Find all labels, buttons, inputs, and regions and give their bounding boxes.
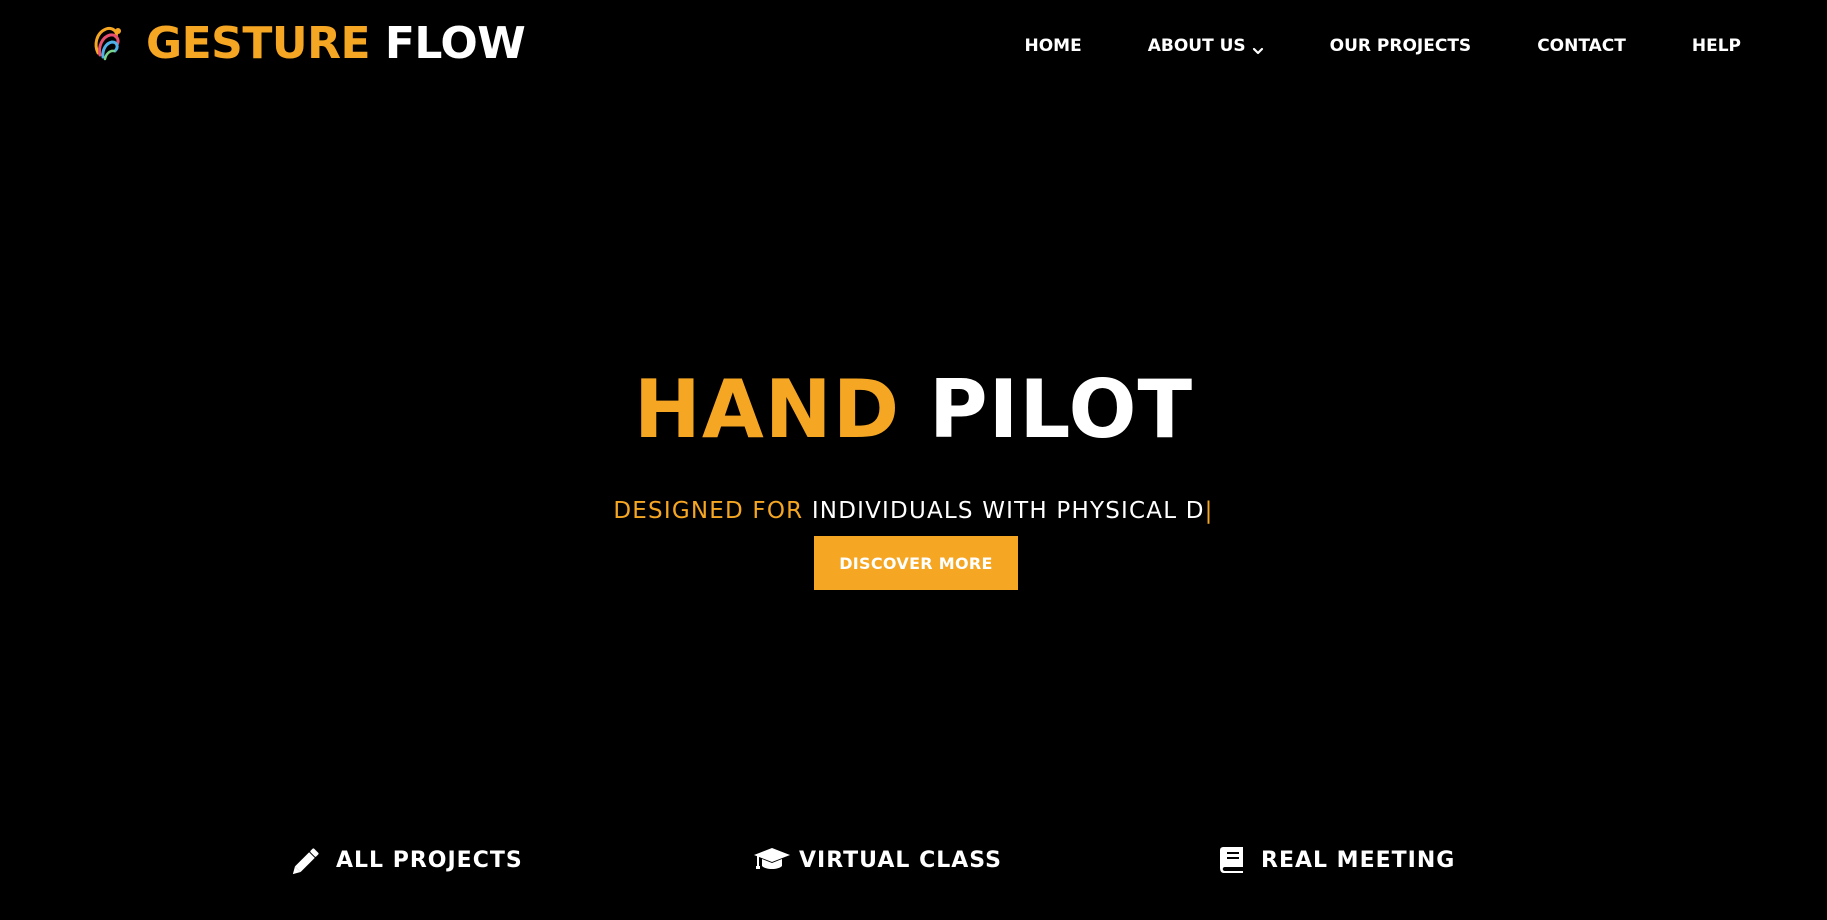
nav-item-label: CONTACT xyxy=(1537,36,1626,56)
feature-real-meeting[interactable]: REAL MEETING xyxy=(1215,840,1455,880)
feature-links: ALL PROJECTS VIRTUAL CLASS REAL MEETING xyxy=(0,840,1827,880)
discover-more-button[interactable]: DISCOVER MORE xyxy=(814,536,1018,590)
brand-name-rest: FLOW xyxy=(384,18,526,69)
hero-title: HAND PILOT xyxy=(0,370,1827,450)
site-header: GESTURE FLOW HOME ABOUT US OUR PROJECTS xyxy=(0,0,1827,92)
typing-cursor: | xyxy=(1204,498,1214,524)
pencil-icon xyxy=(290,845,324,875)
hero-subtitle-accent: DESIGNED FOR xyxy=(613,498,804,524)
hand-gesture-logo-icon xyxy=(90,23,128,65)
nav-item-help[interactable]: HELP xyxy=(1692,36,1741,56)
feature-virtual-class[interactable]: VIRTUAL CLASS xyxy=(753,840,1002,880)
feature-label: VIRTUAL CLASS xyxy=(799,847,1002,873)
nav-item-label: HELP xyxy=(1691,36,1741,56)
hero-subtitle-rest: INDIVIDUALS WITH PHYSICAL D xyxy=(811,498,1205,524)
nav-item-our-projects[interactable]: OUR PROJECTS xyxy=(1330,36,1472,56)
main-nav: HOME ABOUT US OUR PROJECTS CONTACT HELP xyxy=(1025,34,1742,58)
brand-name: GESTURE FLOW xyxy=(146,22,526,66)
nav-item-contact[interactable]: CONTACT xyxy=(1537,36,1626,56)
hero-title-accent: HAND xyxy=(633,363,901,456)
page: GESTURE FLOW HOME ABOUT US OUR PROJECTS xyxy=(0,0,1827,920)
hero-title-rest: PILOT xyxy=(928,363,1194,456)
feature-label: ALL PROJECTS xyxy=(336,847,523,873)
brand-link[interactable]: GESTURE FLOW xyxy=(90,16,526,72)
nav-item-home[interactable]: HOME xyxy=(1025,36,1082,56)
chevron-down-icon xyxy=(1252,41,1264,55)
graduation-cap-icon xyxy=(753,845,790,875)
nav-item-label: HOME xyxy=(1024,36,1082,56)
hero-subtitle: DESIGNED FOR INDIVIDUALS WITH PHYSICAL D… xyxy=(0,498,1827,526)
nav-item-label: ABOUT US xyxy=(1147,36,1246,56)
book-icon xyxy=(1215,845,1249,875)
feature-all-projects[interactable]: ALL PROJECTS xyxy=(290,840,523,880)
feature-label: REAL MEETING xyxy=(1261,847,1456,873)
nav-item-label: OUR PROJECTS xyxy=(1329,36,1472,56)
nav-item-about-us[interactable]: ABOUT US xyxy=(1148,36,1264,56)
brand-name-accent: GESTURE xyxy=(146,18,371,69)
